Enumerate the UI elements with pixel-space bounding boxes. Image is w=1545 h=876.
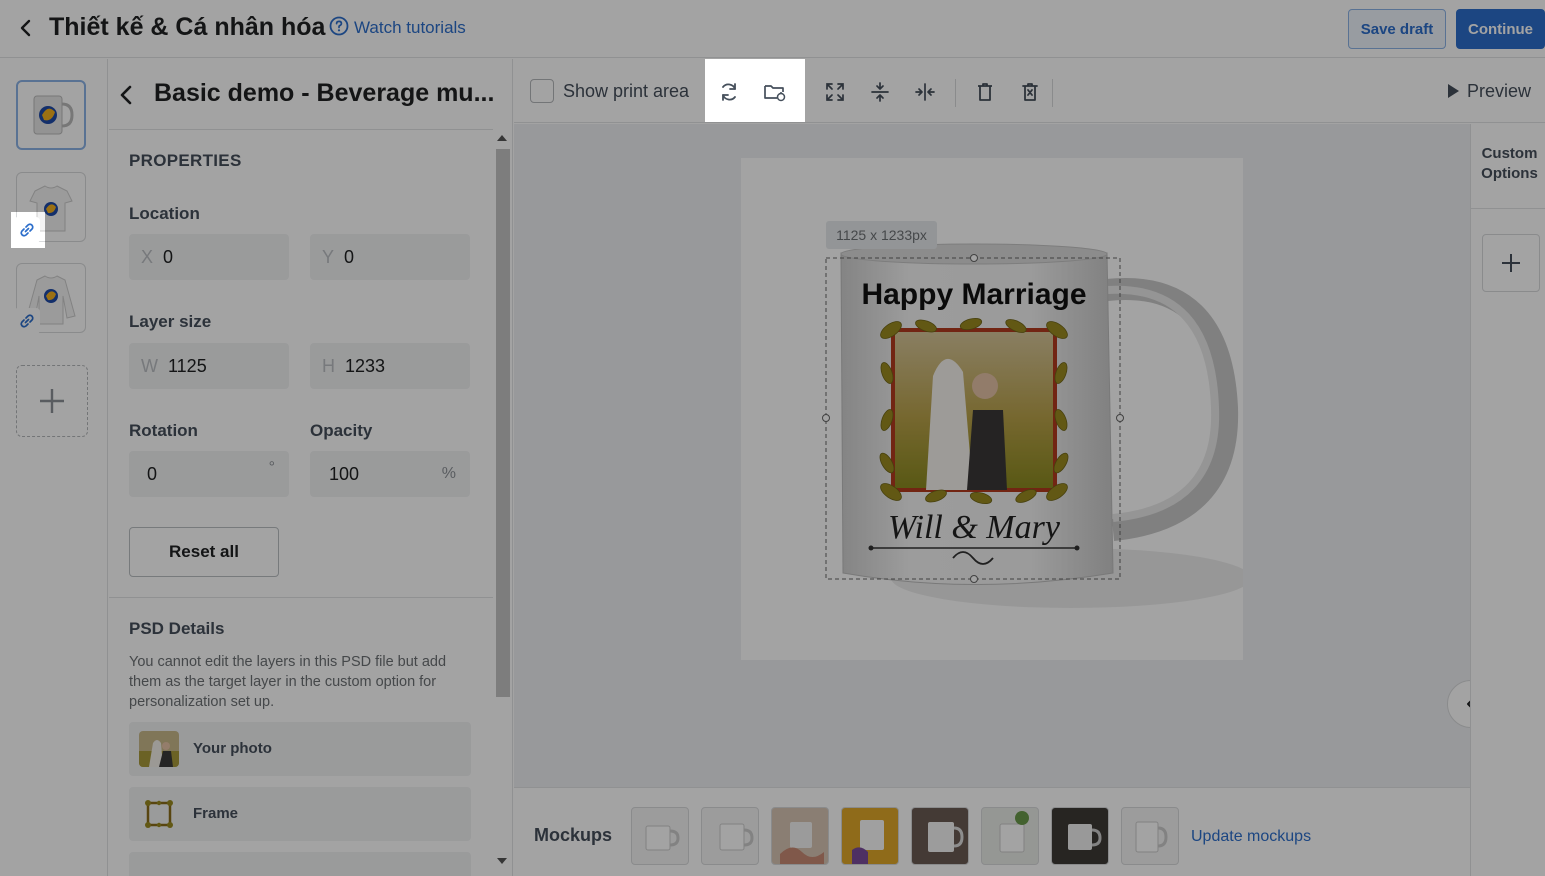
width-value: 1125	[168, 355, 207, 376]
preview-button[interactable]: Preview	[1467, 81, 1531, 102]
mug-thumbnail	[33, 95, 74, 135]
update-mockups-link[interactable]: Update mockups	[1191, 828, 1311, 846]
scroll-down-arrow-icon[interactable]	[497, 858, 507, 864]
plus-icon	[40, 389, 64, 413]
replace-icon[interactable]	[716, 79, 742, 105]
mug-top-text: Happy Marriage	[861, 278, 1086, 311]
mockup-thumb[interactable]	[981, 807, 1039, 865]
properties-panel: Basic demo - Beverage mu... PROPERTIES L…	[109, 59, 513, 876]
rotation-value: 0	[147, 463, 158, 484]
rotation-unit: °	[268, 459, 275, 476]
mockup-thumb[interactable]	[841, 807, 899, 865]
x-value: 0	[163, 246, 174, 267]
psd-description: You cannot edit the layers in this PSD f…	[129, 654, 447, 710]
divider	[1471, 208, 1545, 209]
divider	[109, 129, 493, 130]
y-value: 0	[344, 246, 355, 267]
divider	[109, 597, 493, 598]
product-rail	[0, 59, 108, 876]
layer-name: Your photo	[193, 740, 272, 757]
product-thumb-mug[interactable]	[16, 80, 86, 150]
y-field[interactable]: Y0	[310, 234, 470, 280]
editor-toolbar: Show print area Preview	[514, 59, 1545, 123]
show-print-area-checkbox[interactable]	[530, 79, 554, 103]
scrollbar-thumb[interactable]	[496, 149, 510, 697]
height-value: 1233	[345, 355, 386, 376]
mockups-label: Mockups	[534, 825, 613, 845]
chevron-left-icon[interactable]	[115, 83, 139, 107]
toolbar-separator	[955, 79, 956, 107]
watch-tutorials-link[interactable]: Watch tutorials	[354, 18, 466, 38]
mockup-thumb[interactable]	[1051, 807, 1109, 865]
design-canvas[interactable]: Happy Marriage Will & Mary	[514, 124, 1470, 787]
mockup-thumb[interactable]	[631, 807, 689, 865]
link-badge-tshirt[interactable]	[14, 217, 40, 243]
psd-details-heading: PSD Details	[129, 619, 225, 638]
y-prefix: Y	[322, 246, 335, 267]
custom-options-panel: Custom Options	[1470, 124, 1545, 876]
link-icon	[20, 314, 34, 328]
show-print-area-label[interactable]: Show print area	[563, 81, 689, 102]
mockups-bar: Mockups Update mockups	[514, 787, 1470, 876]
opacity-unit: %	[441, 465, 456, 482]
opacity-value: 100	[329, 463, 360, 484]
app-header: Thiết kế & Cá nhân hóa Watch tutorials S…	[0, 0, 1545, 58]
play-icon[interactable]	[1448, 84, 1459, 98]
location-label: Location	[129, 204, 200, 223]
layer-item-partial[interactable]	[129, 852, 471, 876]
product-title: Basic demo - Beverage mu...	[154, 79, 495, 107]
x-field[interactable]: X0	[129, 234, 289, 280]
plus-icon	[1502, 254, 1520, 272]
toolbar-separator	[1052, 79, 1053, 107]
change-folder-icon[interactable]	[762, 79, 788, 105]
layer-item-frame[interactable]: Frame	[129, 787, 471, 841]
h-prefix: H	[322, 355, 335, 376]
page-title: Thiết kế & Cá nhân hóa	[49, 13, 326, 41]
link-badge-longsleeve[interactable]	[14, 308, 40, 334]
mockup-thumb[interactable]	[771, 807, 829, 865]
reset-all-button[interactable]: Reset all	[129, 527, 279, 577]
delete-all-icon[interactable]	[1017, 79, 1043, 105]
layer-name: Frame	[193, 805, 239, 822]
custom-options-title: Custom Options	[1481, 145, 1538, 182]
add-custom-option-button[interactable]	[1482, 234, 1540, 292]
continue-button[interactable]: Continue	[1456, 9, 1545, 49]
artboard[interactable]: Happy Marriage Will & Mary	[741, 158, 1243, 660]
mockup-thumb[interactable]	[911, 807, 969, 865]
fit-icon[interactable]	[822, 79, 848, 105]
mug-bottom-text: Will & Mary	[888, 509, 1061, 546]
dimension-tag: 1125 x 1233px	[826, 221, 937, 249]
link-icon	[20, 223, 34, 237]
layer-size-label: Layer size	[129, 312, 212, 331]
delete-icon[interactable]	[972, 79, 998, 105]
width-field[interactable]: W 1125	[129, 343, 289, 389]
rotation-label: Rotation	[129, 421, 198, 440]
back-arrow-icon[interactable]	[14, 16, 38, 40]
photo-thumbnail	[139, 731, 179, 767]
frame-icon	[139, 796, 179, 832]
height-field[interactable]: H 1233	[310, 343, 470, 389]
mockup-thumb[interactable]	[1121, 807, 1179, 865]
layer-item-your-photo[interactable]: Your photo	[129, 722, 471, 776]
help-circle-icon[interactable]	[329, 16, 349, 36]
opacity-field[interactable]: 100%	[310, 451, 470, 497]
opacity-label: Opacity	[310, 421, 373, 440]
x-prefix: X	[141, 246, 154, 267]
save-draft-button[interactable]: Save draft	[1348, 9, 1446, 49]
rotation-field[interactable]: 0 °	[129, 451, 289, 497]
align-vertical-icon[interactable]	[867, 79, 893, 105]
add-product-button[interactable]	[16, 365, 88, 437]
properties-heading: PROPERTIES	[129, 151, 242, 170]
mug-preview: Happy Marriage Will & Mary	[822, 243, 1243, 608]
align-horizontal-icon[interactable]	[912, 79, 938, 105]
mockup-thumb[interactable]	[701, 807, 759, 865]
w-prefix: W	[141, 355, 158, 376]
scroll-up-arrow-icon[interactable]	[497, 135, 507, 141]
